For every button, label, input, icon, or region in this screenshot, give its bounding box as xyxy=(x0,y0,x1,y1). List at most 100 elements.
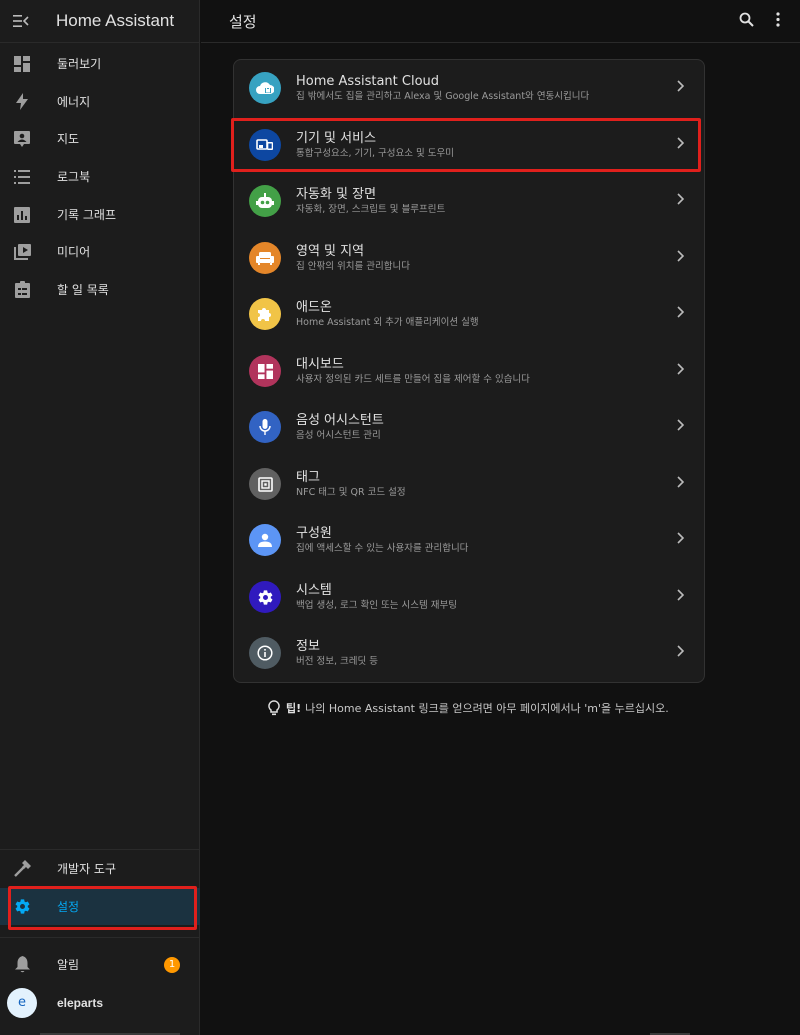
map-person-icon xyxy=(0,130,44,147)
settings-row-text: 자동화 및 장면 자동화, 장면, 스크립트 및 블루프린트 xyxy=(296,186,445,216)
sidebar-header: Home Assistant xyxy=(0,0,199,43)
sofa-icon xyxy=(249,242,281,274)
sidebar-item-label: 에너지 xyxy=(57,95,91,109)
gear-icon xyxy=(249,581,281,613)
dashboard-icon xyxy=(0,55,44,72)
dashboard-tile-icon xyxy=(249,355,281,387)
settings-row-title: 음성 어시스턴트 xyxy=(296,413,384,428)
settings-row-text: 음성 어시스턴트 음성 어시스턴트 관리 xyxy=(296,412,384,442)
sidebar-item-label: 알림 xyxy=(57,958,80,972)
sidebar-item-map[interactable]: 지도 xyxy=(0,120,200,157)
settings-row-dashboards[interactable]: 대시보드 사용자 정의된 카드 세트를 만들어 집을 제어할 수 있습니다 xyxy=(234,343,704,399)
list-icon xyxy=(0,169,44,184)
chart-icon xyxy=(0,206,44,223)
sidebar-item-media[interactable]: 미디어 xyxy=(0,233,200,270)
microphone-icon xyxy=(249,411,281,443)
settings-row-text: 시스템 백업 생성, 로그 확인 또는 시스템 재부팅 xyxy=(296,582,457,612)
settings-row-subtitle: 집 밖에서도 집을 관리하고 Alexa 및 Google Assistant와… xyxy=(296,91,590,102)
settings-row-text: Home Assistant Cloud 집 밖에서도 집을 관리하고 Alex… xyxy=(296,73,589,103)
hammer-icon xyxy=(0,860,44,877)
settings-row-people[interactable]: 구성원 집에 액세스할 수 있는 사용자를 관리합니다 xyxy=(234,512,704,568)
robot-icon xyxy=(249,185,281,217)
settings-row-text: 태그 NFC 태그 및 QR 코드 설정 xyxy=(296,469,406,499)
settings-row-title: 애드온 xyxy=(296,300,332,315)
chevron-right-icon xyxy=(677,645,684,657)
lightbulb-icon xyxy=(268,700,280,716)
sidebar-item-label: 로그북 xyxy=(57,170,91,184)
cloud-lock-icon xyxy=(249,72,281,104)
sidebar-item-user[interactable]: e eleparts xyxy=(0,984,200,1021)
sidebar-item-dev-tools[interactable]: 개발자 도구 xyxy=(0,850,200,887)
settings-row-addons[interactable]: 애드온 Home Assistant 외 추가 애플리케이션 실행 xyxy=(234,286,704,342)
settings-row-text: 애드온 Home Assistant 외 추가 애플리케이션 실행 xyxy=(296,299,479,329)
settings-row-text: 기기 및 서비스 통합구성요소, 기기, 구성요소 및 도우미 xyxy=(296,130,454,160)
tip-label: 팁! xyxy=(286,702,302,715)
settings-row-title: 시스템 xyxy=(296,583,332,598)
clipboard-icon xyxy=(0,281,44,298)
settings-row-automations[interactable]: 자동화 및 장면 자동화, 장면, 스크립트 및 블루프린트 xyxy=(234,173,704,229)
settings-row-cloud[interactable]: Home Assistant Cloud 집 밖에서도 집을 관리하고 Alex… xyxy=(234,60,704,116)
chevron-right-icon xyxy=(677,363,684,375)
settings-row-text: 영역 및 지역 집 안팎의 위치를 관리합니다 xyxy=(296,243,410,273)
nfc-icon xyxy=(249,468,281,500)
chevron-right-icon xyxy=(677,250,684,262)
settings-row-subtitle: 음성 어시스턴트 관리 xyxy=(296,430,381,441)
sidebar-item-history[interactable]: 기록 그래프 xyxy=(0,196,200,233)
sidebar-item-label: 지도 xyxy=(57,132,80,146)
lightning-icon xyxy=(0,93,44,110)
settings-row-title: 대시보드 xyxy=(296,357,344,372)
settings-row-about[interactable]: 정보 버전 정보, 크레딧 등 xyxy=(234,625,704,681)
sidebar-divider xyxy=(0,937,200,938)
sidebar-item-energy[interactable]: 에너지 xyxy=(0,83,200,120)
tip-line: 팁! 나의 Home Assistant 링크를 얻으려면 아무 페이지에서나 … xyxy=(268,700,669,716)
settings-row-title: 정보 xyxy=(296,639,320,654)
settings-row-subtitle: 집 안팎의 위치를 관리합니다 xyxy=(296,261,410,272)
tip-text: 나의 Home Assistant 링크를 얻으려면 아무 페이지에서나 'm'… xyxy=(305,702,669,715)
settings-row-text: 대시보드 사용자 정의된 카드 세트를 만들어 집을 제어할 수 있습니다 xyxy=(296,356,530,386)
settings-row-title: 기기 및 서비스 xyxy=(296,131,377,146)
settings-row-subtitle: NFC 태그 및 QR 코드 설정 xyxy=(296,487,406,498)
settings-row-subtitle: 자동화, 장면, 스크립트 및 블루프린트 xyxy=(296,204,446,215)
settings-row-tags[interactable]: 태그 NFC 태그 및 QR 코드 설정 xyxy=(234,456,704,512)
chevron-right-icon xyxy=(677,532,684,544)
chevron-right-icon xyxy=(677,306,684,318)
sidebar-item-todo[interactable]: 할 일 목록 xyxy=(0,271,200,308)
settings-row-subtitle: 버전 정보, 크레딧 등 xyxy=(296,656,378,667)
search-button[interactable] xyxy=(739,12,754,31)
sidebar-item-settings[interactable]: 설정 xyxy=(0,888,200,925)
avatar: e xyxy=(7,987,37,1018)
menu-collapse-button[interactable] xyxy=(0,0,42,43)
settings-row-areas[interactable]: 영역 및 지역 집 안팎의 위치를 관리합니다 xyxy=(234,230,704,286)
sidebar-item-label: 미디어 xyxy=(57,245,91,259)
overflow-menu-button[interactable] xyxy=(776,12,780,31)
bell-icon xyxy=(0,956,44,973)
settings-row-voice[interactable]: 음성 어시스턴트 음성 어시스턴트 관리 xyxy=(234,399,704,455)
devices-icon xyxy=(249,129,281,161)
sidebar-item-overview[interactable]: 둘러보기 xyxy=(0,45,200,82)
settings-row-subtitle: 통합구성요소, 기기, 구성요소 및 도우미 xyxy=(296,148,454,159)
chevron-right-icon xyxy=(677,80,684,92)
chevron-right-icon xyxy=(677,476,684,488)
sidebar-item-notifications[interactable]: 알림 1 xyxy=(0,946,200,983)
sidebar-item-logbook[interactable]: 로그북 xyxy=(0,158,200,195)
settings-row-text: 정보 버전 정보, 크레딧 등 xyxy=(296,638,378,668)
settings-row-subtitle: Home Assistant 외 추가 애플리케이션 실행 xyxy=(296,317,479,328)
gear-icon xyxy=(0,898,44,915)
person-icon xyxy=(249,524,281,556)
settings-card: Home Assistant Cloud 집 밖에서도 집을 관리하고 Alex… xyxy=(233,59,705,683)
more-vertical-icon xyxy=(776,12,780,27)
page-title: 설정 xyxy=(229,12,257,31)
chevron-right-icon xyxy=(677,193,684,205)
settings-row-subtitle: 백업 생성, 로그 확인 또는 시스템 재부팅 xyxy=(296,600,457,611)
top-bar: 설정 xyxy=(201,0,800,43)
search-icon xyxy=(739,12,754,27)
notification-count-badge: 1 xyxy=(164,956,180,973)
sidebar-item-label: 설정 xyxy=(57,900,80,914)
chevron-right-icon xyxy=(677,137,684,149)
settings-row-devices[interactable]: 기기 및 서비스 통합구성요소, 기기, 구성요소 및 도우미 xyxy=(234,117,704,173)
puzzle-icon xyxy=(249,298,281,330)
sidebar-item-label: 할 일 목록 xyxy=(57,283,109,297)
settings-row-subtitle: 사용자 정의된 카드 세트를 만들어 집을 제어할 수 있습니다 xyxy=(296,374,530,385)
settings-row-title: 자동화 및 장면 xyxy=(296,187,377,202)
settings-row-system[interactable]: 시스템 백업 생성, 로그 확인 또는 시스템 재부팅 xyxy=(234,569,704,625)
